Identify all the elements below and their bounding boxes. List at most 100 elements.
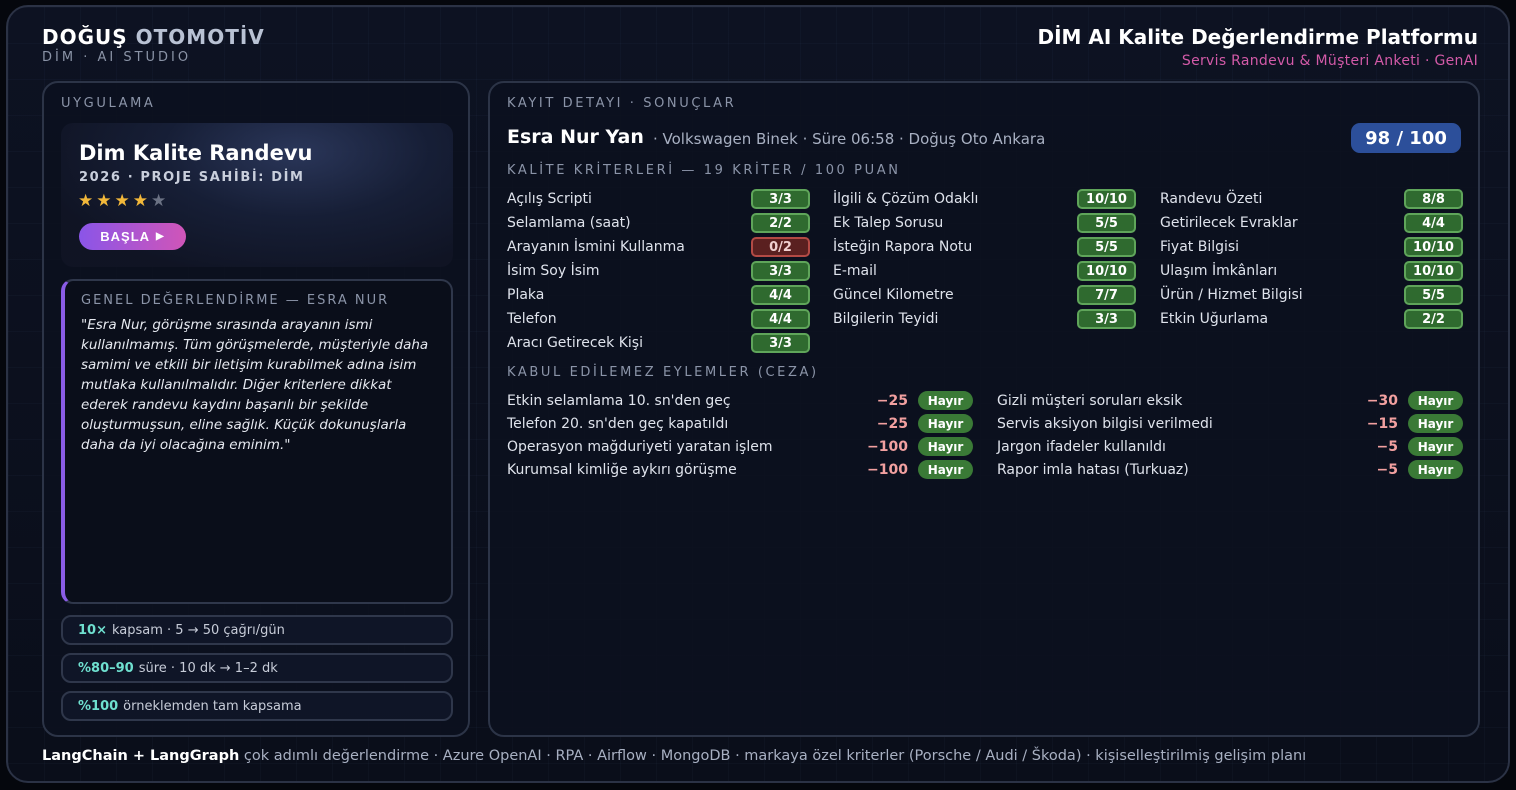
penalty-row: Rapor imla hatası (Turkuaz) −5 Hayır (997, 458, 1463, 481)
criterion-label: İsteğin Rapora Notu (833, 239, 973, 255)
record-detail-caption: KAYIT DETAYI · SONUÇLAR (507, 96, 737, 111)
penalty-status-badge: Hayır (1408, 437, 1463, 456)
penalty-label: Kurumsal kimliğe aykırı görüşme (507, 461, 737, 478)
criterion-label: Telefon (507, 311, 557, 327)
criterion-label: E-mail (833, 263, 877, 279)
app-title: Dim Kalite Randevu (79, 141, 313, 165)
penalty-caption: KABUL EDİLEMEZ EYLEMLER (CEZA) (507, 365, 819, 380)
application-panel: UYGULAMA Dim Kalite Randevu 2026 · PROJE… (42, 81, 470, 737)
platform-header: DİM AI Kalite Değerlendirme Platformu Se… (1037, 25, 1478, 69)
criterion-row: Randevu Özeti 8/8 (1160, 187, 1463, 211)
criterion-label: Selamlama (saat) (507, 215, 631, 231)
criterion-score-pill: 7/7 (1077, 285, 1136, 305)
criterion-row: Güncel Kilometre 7/7 (833, 283, 1136, 307)
criterion-score-pill: 2/2 (1404, 309, 1463, 329)
record-detail-panel: KAYIT DETAYI · SONUÇLAR Esra Nur Yan · V… (488, 81, 1480, 737)
criterion-score-pill: 5/5 (1077, 213, 1136, 233)
stat-sampling: %100 örneklemden tam kapsama (61, 691, 453, 721)
penalty-points: −100 (867, 461, 908, 478)
criterion-label: Arayanın İsmini Kullanma (507, 239, 685, 255)
criterion-row: Arayanın İsmini Kullanma 0/2 (507, 235, 810, 259)
platform-subtitle: Servis Randevu & Müşteri Anketi · GenAI (1181, 53, 1478, 69)
criterion-row: E-mail 10/10 (833, 259, 1136, 283)
criterion-label: Fiyat Bilgisi (1160, 239, 1240, 255)
penalty-points: −15 (1366, 415, 1398, 432)
star-icon: ★ (151, 191, 170, 211)
stat-highlight: 10× (78, 622, 107, 638)
penalty-row: Etkin selamlama 10. sn'den geç −25 Hayır (507, 389, 973, 412)
star-icon: ★ (96, 191, 115, 211)
brand-name: DOĞUŞ OTOMOTİV (42, 25, 265, 49)
total-score-badge: 98 / 100 (1351, 123, 1461, 153)
criterion-row: Bilgilerin Teyidi 3/3 (833, 307, 1136, 331)
penalty-row: Jargon ifadeler kullanıldı −5 Hayır (997, 435, 1463, 458)
penalty-column-1: Etkin selamlama 10. sn'den geç −25 Hayır Te… (507, 389, 973, 481)
penalty-status-badge: Hayır (1408, 391, 1463, 410)
criterion-row: Plaka 4/4 (507, 283, 810, 307)
brand-name-bold: DOĞUŞ (42, 25, 128, 49)
criterion-label: Etkin Uğurlama (1160, 311, 1269, 327)
penalty-label: Jargon ifadeler kullanıldı (997, 438, 1166, 455)
star-icon: ★ (78, 191, 97, 211)
record-meta: · Volkswagen Binek · Süre 06:58 · Doğuş … (653, 130, 1046, 148)
penalty-status-badge: Hayır (918, 391, 973, 410)
penalty-points: −25 (876, 415, 908, 432)
criterion-score-pill: 4/4 (1404, 213, 1463, 233)
criterion-score-pill: 4/4 (751, 309, 810, 329)
criterion-score-pill: 3/3 (751, 189, 810, 209)
stat-duration: %80–90 süre · 10 dk → 1–2 dk (61, 653, 453, 683)
penalty-points: −25 (876, 392, 908, 409)
criterion-label: Ürün / Hizmet Bilgisi (1160, 287, 1303, 303)
criterion-label: Ek Talep Sorusu (833, 215, 944, 231)
star-icon: ★ (132, 191, 151, 211)
criterion-score-pill: 0/2 (751, 237, 810, 257)
criterion-row: İlgili & Çözüm Odaklı 10/10 (833, 187, 1136, 211)
penalty-status-badge: Hayır (1408, 414, 1463, 433)
criterion-score-pill: 8/8 (1404, 189, 1463, 209)
stat-highlight: %80–90 (78, 660, 134, 676)
criteria-caption: KALİTE KRİTERLERİ — 19 KRİTER / 100 PUAN (507, 163, 901, 178)
criterion-score-pill: 5/5 (1077, 237, 1136, 257)
penalty-points: −30 (1366, 392, 1398, 409)
stat-coverage: 10× kapsam · 5 → 50 çağrı/gün (61, 615, 453, 645)
penalty-points: −100 (867, 438, 908, 455)
penalty-label: Etkin selamlama 10. sn'den geç (507, 392, 731, 409)
stat-text: kapsam · 5 → 50 çağrı/gün (111, 622, 285, 638)
penalty-row: Gizli müşteri soruları eksik −30 Hayır (997, 389, 1463, 412)
penalty-label: Gizli müşteri soruları eksik (997, 392, 1183, 409)
brand-name-light: OTOMOTİV (135, 25, 265, 49)
penalty-status-badge: Hayır (1408, 460, 1463, 479)
criterion-label: Getirilecek Evraklar (1160, 215, 1298, 231)
stat-text: örneklemden tam kapsama (123, 698, 302, 714)
app-card[interactable]: Dim Kalite Randevu 2026 · PROJE SAHİBİ: … (61, 123, 453, 267)
footer-bold: LangChain + LangGraph (42, 748, 240, 764)
criterion-label: Plaka (507, 287, 545, 303)
criterion-score-pill: 5/5 (1404, 285, 1463, 305)
criterion-label: Bilgilerin Teyidi (833, 311, 939, 327)
penalty-row: Telefon 20. sn'den geç kapatıldı −25 Hayır (507, 412, 973, 435)
criterion-row: Selamlama (saat) 2/2 (507, 211, 810, 235)
rating-stars: ★★★★★ (78, 191, 169, 211)
start-button[interactable]: BAŞLA ▶ (79, 223, 186, 250)
criterion-row: Ulaşım İmkânları 10/10 (1160, 259, 1463, 283)
footer-tech-stack: LangChain + LangGraph çok adımlı değerle… (42, 748, 1306, 764)
footer-text: çok adımlı değerlendirme · Azure OpenAI … (239, 748, 1307, 764)
star-icon: ★ (114, 191, 133, 211)
penalty-column-2: Gizli müşteri soruları eksik −30 Hayır Serv… (997, 389, 1463, 481)
general-evaluation: GENEL DEĞERLENDİRME — ESRA NUR "Esra Nur… (61, 279, 453, 604)
criterion-score-pill: 10/10 (1404, 261, 1463, 281)
criterion-label: İsim Soy İsim (507, 263, 600, 279)
criterion-label: İlgili & Çözüm Odaklı (833, 191, 979, 207)
evaluation-caption: GENEL DEĞERLENDİRME — ESRA NUR (81, 293, 390, 308)
criterion-row: Açılış Scripti 3/3 (507, 187, 810, 211)
criterion-label: Ulaşım İmkânları (1160, 263, 1278, 279)
penalty-status-badge: Hayır (918, 437, 973, 456)
criteria-column-3: Randevu Özeti 8/8 Getirilecek Evraklar 4/4 F… (1160, 187, 1463, 331)
criterion-score-pill: 2/2 (751, 213, 810, 233)
penalty-label: Rapor imla hatası (Turkuaz) (997, 461, 1189, 478)
agent-name: Esra Nur Yan (507, 126, 644, 148)
penalty-row: Servis aksiyon bilgisi verilmedi −15 Hayır (997, 412, 1463, 435)
penalty-points: −5 (1376, 461, 1398, 478)
criterion-score-pill: 3/3 (1077, 309, 1136, 329)
app-frame: DOĞUŞ OTOMOTİV DİM · AI STUDIO DİM AI Ka… (6, 5, 1510, 783)
